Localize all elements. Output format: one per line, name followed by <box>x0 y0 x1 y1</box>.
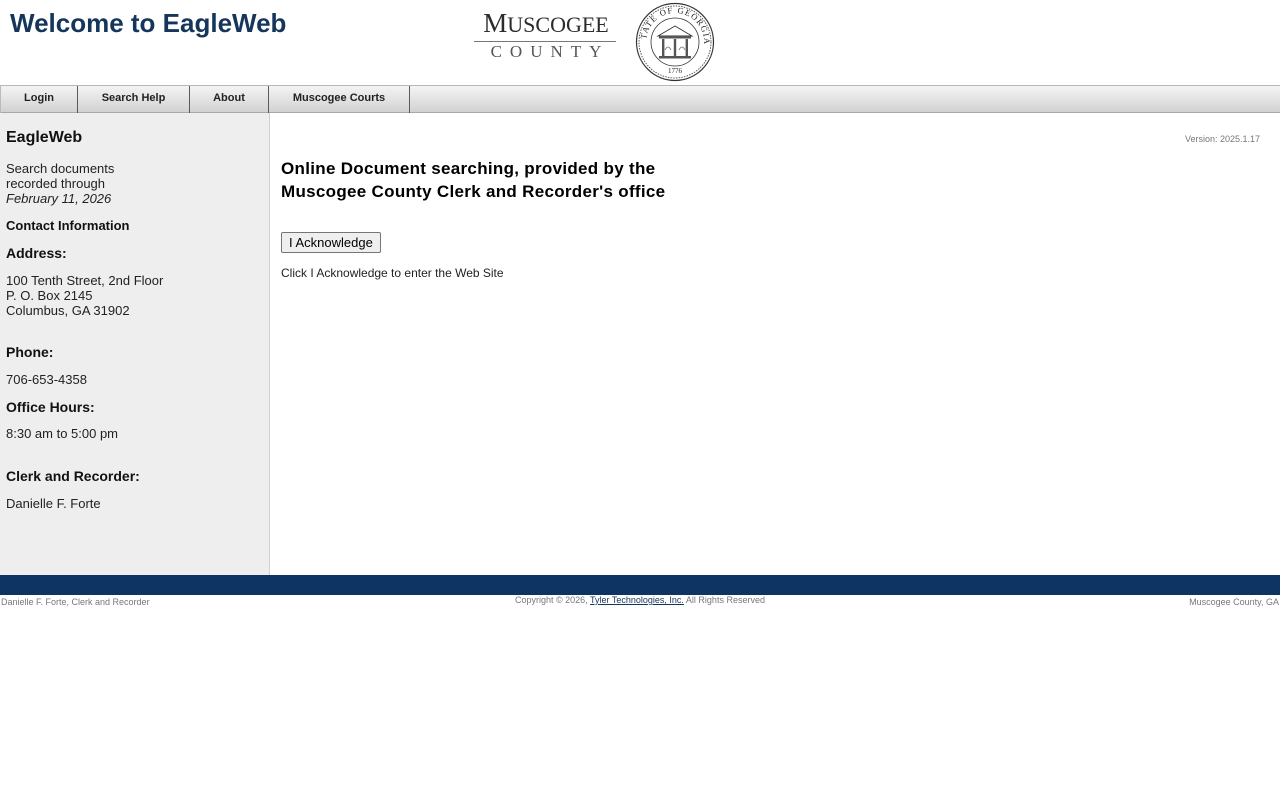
nav-about[interactable]: About <box>190 86 269 113</box>
address-line1: 100 Tenth Street, 2nd Floor <box>6 273 164 288</box>
address-line3: Columbus, GA 31902 <box>6 303 130 318</box>
phone-heading: Phone: <box>6 344 54 360</box>
page-heading: Online Document searching, provided by t… <box>281 159 666 201</box>
clerk-name: Danielle F. Forte <box>6 496 101 511</box>
address-line2: P. O. Box 2145 <box>6 288 93 303</box>
main-nav: Login Search Help About Muscogee Courts <box>0 85 1280 113</box>
search-through-line2: recorded through <box>6 176 106 191</box>
search-through-line1: Search documents <box>6 161 115 176</box>
phone-number: 706-653-4358 <box>6 372 87 387</box>
page-header: Welcome to EagleWeb MUSCOGEE COUNTY STAT… <box>0 0 1280 85</box>
tyler-technologies-link[interactable]: Tyler Technologies, Inc. <box>590 595 684 605</box>
nav-search-help[interactable]: Search Help <box>78 86 190 113</box>
nav-login[interactable]: Login <box>0 86 78 113</box>
seal-year: 1776 <box>668 67 683 75</box>
page-footer: Danielle F. Forte, Clerk and Recorder Co… <box>0 595 1280 615</box>
site-title: Welcome to EagleWeb <box>10 8 287 38</box>
acknowledge-instruction: Click I Acknowledge to enter the Web Sit… <box>281 266 504 280</box>
logo-line2: COUNTY <box>490 42 610 61</box>
footer-county: Muscogee County, GA <box>1189 597 1279 607</box>
sidebar-title: EagleWeb <box>6 129 83 146</box>
logo-cap-letter: M <box>483 8 508 38</box>
main-content: Version: 2025.1.17 Online Document searc… <box>270 113 1280 575</box>
nav-muscogee-courts[interactable]: Muscogee Courts <box>269 86 410 113</box>
sidebar: EagleWeb Search documents recorded throu… <box>0 113 270 575</box>
clerk-heading: Clerk and Recorder: <box>6 468 140 484</box>
footer-copyright: Copyright © 2026, Tyler Technologies, In… <box>0 595 1280 605</box>
logo-line1-rest: USCOGEE <box>507 12 609 37</box>
version-label: Version: 2025.1.17 <box>1184 134 1260 144</box>
contact-heading: Contact Information <box>6 218 130 233</box>
copyright-suffix: All Rights Reserved <box>683 595 765 605</box>
copyright-prefix: Copyright © 2026, <box>515 595 591 605</box>
search-through-date: February 11, 2026 <box>6 191 112 206</box>
footer-bar <box>0 575 1280 595</box>
address-heading: Address: <box>6 245 67 261</box>
office-hours: 8:30 am to 5:00 pm <box>6 426 119 441</box>
muscogee-county-logo: MUSCOGEE COUNTY <box>472 8 620 64</box>
georgia-state-seal-icon: STATE OF GEORGIA 1776 <box>635 2 715 82</box>
office-hours-heading: Office Hours: <box>6 399 95 415</box>
acknowledge-button[interactable]: I Acknowledge <box>281 232 381 253</box>
